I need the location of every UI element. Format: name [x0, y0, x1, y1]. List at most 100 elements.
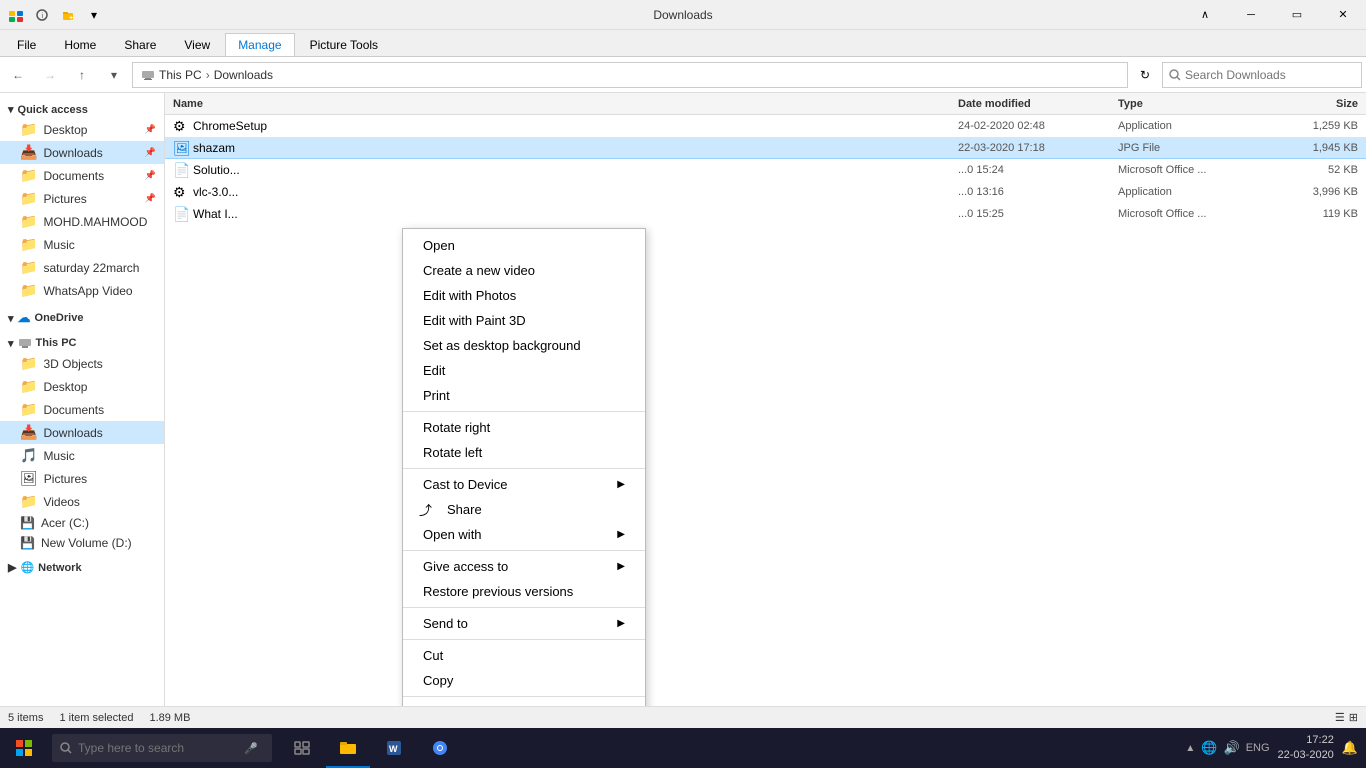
ctx-create-video[interactable]: Create a new video — [403, 258, 645, 283]
taskbar-chrome[interactable] — [418, 728, 462, 768]
taskbar-search-box[interactable]: 🎤 — [52, 734, 272, 762]
ctx-create-video-label: Create a new video — [423, 263, 535, 278]
ctx-restore-versions[interactable]: Restore previous versions — [403, 579, 645, 604]
quick-access-header[interactable]: ▾ Quick access — [0, 97, 164, 118]
clock[interactable]: 17:22 22-03-2020 — [1278, 733, 1334, 764]
ctx-copy[interactable]: Copy — [403, 668, 645, 693]
sidebar-item-documents-pc[interactable]: 📁 Documents — [0, 398, 164, 421]
view-list-btn[interactable]: ☰ — [1335, 711, 1345, 724]
folder-icon-docs2: 📁 — [20, 401, 37, 418]
table-row[interactable]: 📄 Solutio... ...0 15:24 Microsoft Office… — [165, 159, 1366, 181]
sidebar-item-music[interactable]: 📁 Music — [0, 233, 164, 256]
chevron-up-icon[interactable]: ▲ — [1185, 743, 1195, 754]
sidebar-item-saturday[interactable]: 📁 saturday 22march — [0, 256, 164, 279]
folder-icon-pics: 📁 — [20, 190, 37, 207]
network-tray-icon[interactable]: 🌐 — [1201, 740, 1217, 756]
ctx-open[interactable]: Open — [403, 233, 645, 258]
sidebar-item-mohd[interactable]: 📁 MOHD.MAHMOOD — [0, 210, 164, 233]
taskbar-search-input[interactable] — [78, 741, 238, 755]
sidebar-label-pics2: Pictures — [44, 472, 87, 486]
network-header[interactable]: ▶ 🌐 Network — [0, 555, 164, 576]
notification-icon[interactable]: 🔔 — [1342, 740, 1358, 756]
ctx-set-desktop[interactable]: Set as desktop background — [403, 333, 645, 358]
path-downloads[interactable]: Downloads — [214, 68, 273, 82]
col-header-date[interactable]: Date modified — [958, 98, 1118, 110]
taskbar-word[interactable]: W — [372, 728, 416, 768]
tab-picture-tools[interactable]: Picture Tools — [297, 33, 391, 56]
refresh-button[interactable]: ↻ — [1132, 62, 1158, 88]
search-box[interactable] — [1162, 62, 1362, 88]
search-input[interactable] — [1185, 68, 1325, 82]
ctx-share[interactable]: ⤴ Share — [403, 497, 645, 522]
address-path[interactable]: This PC › Downloads — [132, 62, 1128, 88]
file-name-4: What I... — [193, 207, 958, 221]
sidebar-item-downloads[interactable]: 📥 Downloads 📌 — [0, 141, 164, 164]
sidebar-item-desktop[interactable]: 📁 Desktop 📌 — [0, 118, 164, 141]
table-row[interactable]: ⚙ ChromeSetup 24-02-2020 02:48 Applicati… — [165, 115, 1366, 137]
qat-customize[interactable]: ▾ — [82, 3, 106, 27]
table-row[interactable]: ⚙ vlc-3.0... ...0 13:16 Application 3,99… — [165, 181, 1366, 203]
ribbon-toggle[interactable]: ∧ — [1182, 0, 1228, 30]
tab-manage[interactable]: Manage — [225, 33, 294, 56]
table-row[interactable]: 🖼 shazam 22-03-2020 17:18 JPG File 1,945… — [165, 137, 1366, 159]
microphone-icon[interactable]: 🎤 — [244, 742, 258, 755]
col-header-size[interactable]: Size — [1278, 98, 1358, 110]
ctx-create-shortcut[interactable]: Create shortcut — [403, 700, 645, 706]
sidebar-item-newvold[interactable]: 💾 New Volume (D:) — [0, 533, 164, 553]
table-row[interactable]: 📄 What I... ...0 15:25 Microsoft Office … — [165, 203, 1366, 225]
up-button[interactable]: ↑ — [68, 62, 96, 88]
ctx-print[interactable]: Print — [403, 383, 645, 408]
taskbar-file-explorer[interactable] — [326, 728, 370, 768]
path-this-pc[interactable]: This PC — [159, 68, 202, 82]
sidebar-item-downloads-pc[interactable]: 📥 Downloads — [0, 421, 164, 444]
qat-new-folder[interactable]: + — [56, 3, 80, 27]
sidebar-item-music-pc[interactable]: 🎵 Music — [0, 444, 164, 467]
ctx-send-to[interactable]: Send to ▶ — [403, 611, 645, 636]
ctx-edit[interactable]: Edit — [403, 358, 645, 383]
status-count: 5 items — [8, 712, 43, 724]
col-header-name[interactable]: Name — [173, 98, 958, 110]
ctx-rotate-left[interactable]: Rotate left — [403, 440, 645, 465]
onedrive-header[interactable]: ▾ ☁ OneDrive — [0, 304, 164, 328]
share-icon: ⤴ — [419, 500, 432, 519]
start-button[interactable] — [0, 728, 48, 768]
taskbar-task-view[interactable] — [280, 728, 324, 768]
ctx-open-with[interactable]: Open with ▶ — [403, 522, 645, 547]
view-details-btn[interactable]: ⊞ — [1349, 711, 1358, 724]
sidebar-item-documents[interactable]: 📁 Documents 📌 — [0, 164, 164, 187]
minimize-button[interactable]: ─ — [1228, 0, 1274, 30]
sidebar-label-dl2: Downloads — [43, 426, 102, 440]
ctx-edit-photos[interactable]: Edit with Photos — [403, 283, 645, 308]
sidebar-item-pictures-pc[interactable]: 🖼 Pictures — [0, 467, 164, 490]
sidebar-item-videos[interactable]: 📁 Videos — [0, 490, 164, 513]
ctx-give-access[interactable]: Give access to ▶ — [403, 554, 645, 579]
tab-home[interactable]: Home — [51, 33, 109, 56]
qat-properties[interactable]: i — [30, 3, 54, 27]
ctx-cast[interactable]: Cast to Device ▶ — [403, 472, 645, 497]
col-header-type[interactable]: Type — [1118, 98, 1278, 110]
close-button[interactable]: ✕ — [1320, 0, 1366, 30]
sidebar-item-whatsapp[interactable]: 📁 WhatsApp Video — [0, 279, 164, 302]
sidebar-item-pictures[interactable]: 📁 Pictures 📌 — [0, 187, 164, 210]
tab-file[interactable]: File — [4, 33, 49, 56]
thispc-header[interactable]: ▾ This PC — [0, 330, 164, 352]
file-type-3: Application — [1118, 186, 1278, 198]
tab-share[interactable]: Share — [111, 33, 169, 56]
ctx-edit-paint3d[interactable]: Edit with Paint 3D — [403, 308, 645, 333]
volume-icon[interactable]: 🔊 — [1224, 740, 1240, 756]
sidebar-item-desktop-pc[interactable]: 📁 Desktop — [0, 375, 164, 398]
folder-icon-videos: 📁 — [20, 493, 37, 510]
forward-button[interactable]: → — [36, 62, 64, 88]
ctx-cut[interactable]: Cut — [403, 643, 645, 668]
sidebar-item-acerc[interactable]: 💾 Acer (C:) — [0, 513, 164, 533]
title-bar-left: i + ▾ — [0, 3, 106, 27]
svg-text:i: i — [42, 13, 44, 20]
ctx-rotate-right[interactable]: Rotate right — [403, 415, 645, 440]
sidebar-item-3dobjects[interactable]: 📁 3D Objects — [0, 352, 164, 375]
file-list-header: Name Date modified Type Size — [165, 93, 1366, 115]
maximize-button[interactable]: ▭ — [1274, 0, 1320, 30]
recent-locations[interactable]: ▾ — [100, 62, 128, 88]
ctx-edit-photos-label: Edit with Photos — [423, 288, 516, 303]
tab-view[interactable]: View — [171, 33, 223, 56]
back-button[interactable]: ← — [4, 62, 32, 88]
